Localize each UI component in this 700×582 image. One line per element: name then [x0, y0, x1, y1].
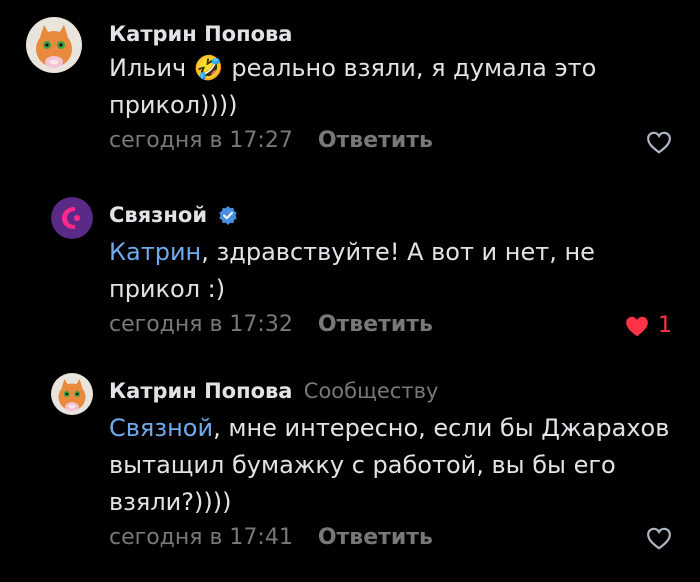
verified-icon: [218, 205, 238, 230]
reply-target[interactable]: Сообществу: [304, 379, 439, 403]
comment-time[interactable]: сегодня в 17:32: [109, 312, 293, 337]
reply-button[interactable]: Ответить: [318, 128, 433, 153]
author-name[interactable]: Катрин Попова: [109, 379, 292, 403]
heart-filled-icon: [626, 316, 648, 336]
author-name[interactable]: Связной: [109, 203, 207, 227]
avatar-katrin[interactable]: [26, 17, 82, 73]
comment-author[interactable]: Катрин Попова Сообществу: [109, 379, 438, 403]
comment-meta: сегодня в 17:41 Ответить: [109, 525, 433, 550]
reply-button[interactable]: Ответить: [318, 525, 433, 550]
comment-text: Катрин, здравствуйте! А вот и нет, не пр…: [109, 234, 679, 308]
svyaznoy-logo: [51, 197, 93, 239]
like-button[interactable]: [646, 130, 672, 154]
comment-meta: сегодня в 17:32 Ответить: [109, 312, 433, 337]
author-name[interactable]: Катрин Попова: [109, 22, 292, 46]
like-count: 1: [658, 313, 672, 338]
comment-meta: сегодня в 17:27 Ответить: [109, 128, 433, 153]
like-button[interactable]: [646, 526, 672, 550]
avatar-svyaznoy[interactable]: [51, 197, 93, 239]
comment-time[interactable]: сегодня в 17:41: [109, 525, 293, 550]
comment-text: Ильич 🤣 реально взяли, я думала это прик…: [109, 54, 597, 119]
mention-link[interactable]: Катрин: [109, 238, 201, 266]
comment-time[interactable]: сегодня в 17:27: [109, 128, 293, 153]
mention-link[interactable]: Связной: [109, 414, 213, 442]
cat-avatar: [51, 373, 93, 415]
reply-button[interactable]: Ответить: [318, 312, 433, 337]
comment-author[interactable]: Связной: [109, 203, 238, 230]
avatar-katrin[interactable]: [51, 373, 93, 415]
cat-avatar: [26, 17, 82, 73]
heart-outline-icon: [647, 131, 671, 154]
comment-author[interactable]: Катрин Попова: [109, 22, 292, 46]
heart-outline-icon: [647, 527, 671, 550]
like-button[interactable]: 1: [624, 313, 672, 338]
comment-text: Связной, мне интересно, если бы Джарахов…: [109, 410, 679, 521]
